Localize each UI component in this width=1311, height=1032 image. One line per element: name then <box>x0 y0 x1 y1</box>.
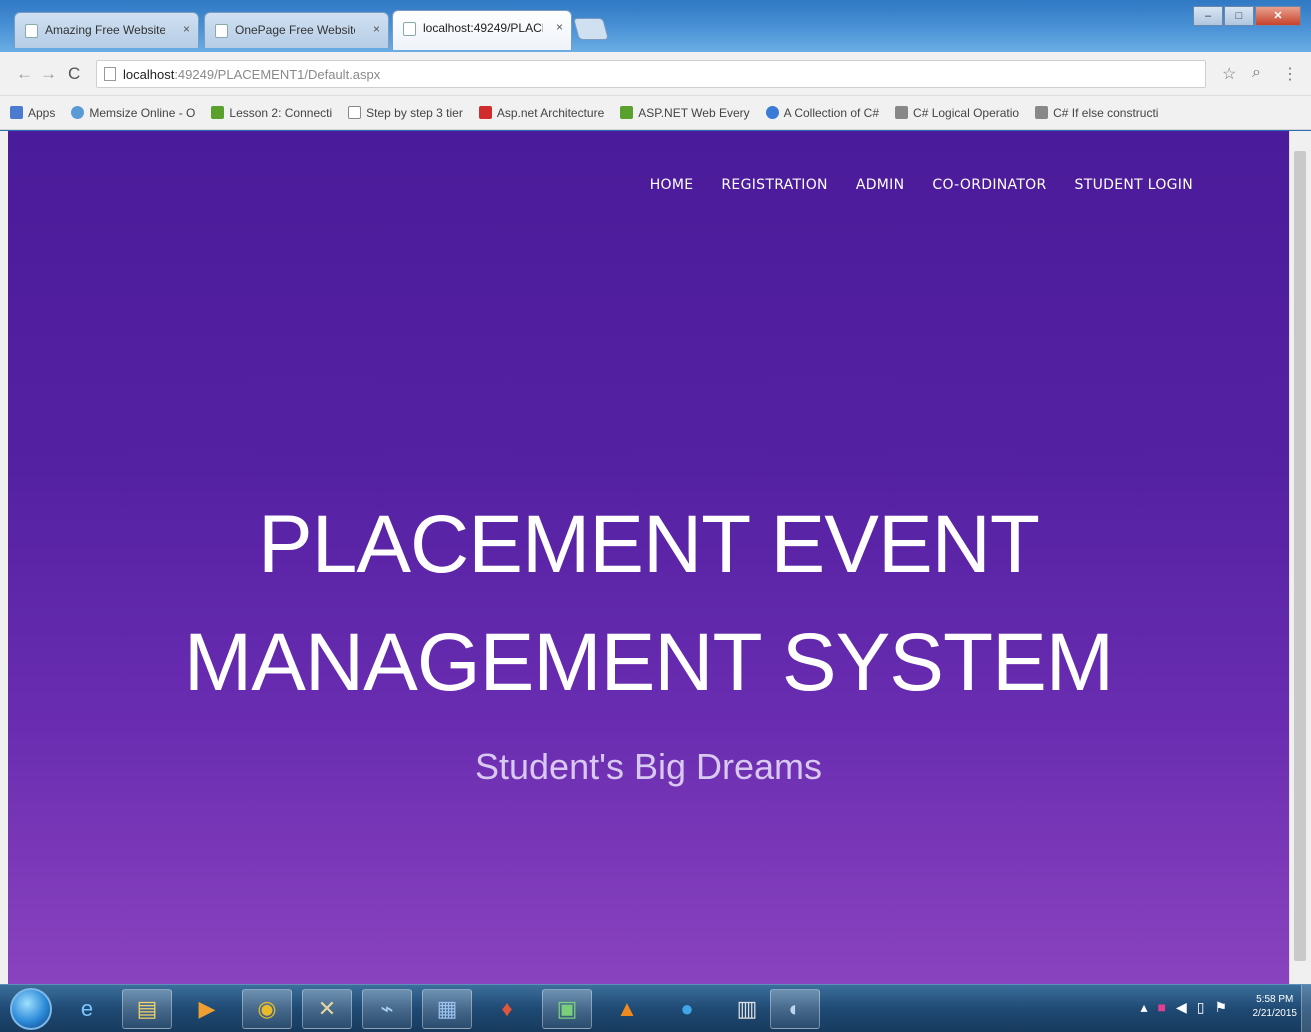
page-icon <box>215 24 228 38</box>
volume-icon[interactable]: ◀ <box>1176 999 1187 1016</box>
page-icon <box>104 67 116 81</box>
network-icon[interactable]: ⌁ <box>362 989 412 1029</box>
address-bar[interactable]: localhost:49249/PLACEMENT1/Default.aspx <box>96 60 1206 88</box>
hero-title-line-2: MANAGEMENT SYSTEM <box>183 617 1114 708</box>
new-tab-button[interactable] <box>573 18 609 40</box>
clock-time: 5:58 PM <box>1256 994 1294 1005</box>
bookmark-asp-architecture[interactable]: Asp.net Architecture <box>478 105 605 120</box>
tools-icon[interactable]: ✕ <box>302 989 352 1029</box>
taskbar-clock[interactable]: 5:58 PM 2/21/2015 <box>1253 993 1298 1021</box>
apps-icon <box>10 106 23 119</box>
start-button[interactable] <box>10 988 52 1030</box>
maximize-button[interactable]: □ <box>1224 6 1254 26</box>
bookmark-apps[interactable]: Apps <box>10 106 55 120</box>
clock-date: 2/21/2015 <box>1252 1008 1298 1019</box>
bookmark-label: A Collection of C# <box>783 105 880 120</box>
bookmark-label: C# Logical Operatio <box>913 105 1020 120</box>
bookmark-csharp-collection[interactable]: A Collection of C# <box>765 105 880 120</box>
bookmarks-bar: Apps Memsize Online - O Lesson 2: Connec… <box>0 96 1311 130</box>
hero-subtitle: Student's Big Dreams <box>474 746 823 787</box>
minimize-button[interactable]: – <box>1193 6 1223 26</box>
nav-registration[interactable]: REGISTRATION <box>721 177 827 193</box>
scrollbar-thumb[interactable] <box>1294 151 1306 961</box>
tab-label: Amazing Free Website <box>45 23 165 37</box>
reload-icon[interactable]: C <box>68 64 80 84</box>
tab-localhost[interactable]: localhost:49249/PLACEI × <box>392 10 572 50</box>
file-explorer-icon[interactable]: ▤ <box>122 989 172 1029</box>
vs-icon[interactable]: ♦ <box>482 989 532 1029</box>
bookmark-label: Memsize Online - O <box>89 105 196 120</box>
page-scrollbar[interactable] <box>1289 131 1311 984</box>
site-nav: HOME REGISTRATION ADMIN CO-ORDINATOR STU… <box>650 177 1193 193</box>
tab-onepage-free-website[interactable]: OnePage Free Website × <box>204 12 389 48</box>
code-icon <box>1035 106 1049 119</box>
windows-taskbar: e ▤ ▶ ◉ ✕ ⌁ ▦ ♦ ▣ ▲ ● ▥ ◐ ▴ ■ ◀ ▯ ⚑ 5:58… <box>0 984 1311 1032</box>
forward-arrow-icon[interactable]: → <box>40 64 57 84</box>
hero-title-line-1: PLACEMENT EVENT <box>258 499 1040 590</box>
tab-label: OnePage Free Website <box>235 23 355 37</box>
menu-icon[interactable]: ⋮ <box>1282 64 1298 84</box>
tab-label: localhost:49249/PLACEI <box>423 21 543 35</box>
window-controls: – □ ✕ <box>1193 6 1301 26</box>
word-icon[interactable]: ▦ <box>422 989 472 1029</box>
globe-icon <box>71 106 85 119</box>
internet-explorer-icon[interactable]: e <box>62 989 112 1029</box>
bookmark-aspnet-web[interactable]: ASP.NET Web Every <box>620 105 750 120</box>
skype-icon[interactable]: ● <box>662 989 712 1029</box>
bookmark-csharp-ifelse[interactable]: C# If else constructi <box>1035 106 1158 120</box>
search-icon[interactable]: ⌕ <box>1252 64 1261 82</box>
media-player-icon[interactable]: ▶ <box>182 989 232 1029</box>
bookmark-icon <box>620 106 634 119</box>
tab-close-icon[interactable]: × <box>373 22 380 36</box>
window-border <box>0 131 8 984</box>
page-icon <box>403 22 416 36</box>
system-tray: ▴ ■ ◀ ▯ ⚑ <box>1140 999 1227 1016</box>
url-path: :49249/PLACEMENT1/Default.aspx <box>174 67 381 82</box>
bookmark-memsize[interactable]: Memsize Online - O <box>71 106 195 120</box>
tab-close-icon[interactable]: × <box>556 20 563 34</box>
chrome-icon[interactable]: ◉ <box>242 989 292 1029</box>
bookmark-label: Step by step 3 tier <box>366 105 463 120</box>
browser-tab-strip: Amazing Free Website × OnePage Free Webs… <box>0 0 1311 52</box>
star-icon[interactable]: ☆ <box>1222 64 1236 84</box>
vlc-icon[interactable]: ▲ <box>602 989 652 1029</box>
bookmark-3-tier[interactable]: Step by step 3 tier <box>348 106 463 120</box>
tray-app-icon[interactable]: ■ <box>1157 999 1165 1016</box>
page-viewport: HOME REGISTRATION ADMIN CO-ORDINATOR STU… <box>8 131 1289 984</box>
bookmark-lesson-2[interactable]: Lesson 2: Connecti <box>211 106 332 120</box>
bookmark-label: ASP.NET Web Every <box>638 105 750 120</box>
back-arrow-icon[interactable]: ← <box>16 64 33 84</box>
tray-arrow-icon[interactable]: ▴ <box>1140 999 1147 1016</box>
excel-icon[interactable]: ▣ <box>542 989 592 1029</box>
page-icon <box>348 106 362 119</box>
bookmark-label: Asp.net Architecture <box>496 105 605 120</box>
hero-title: PLACEMENT EVENT MANAGEMENT SYSTEM <box>8 486 1289 722</box>
browser-toolbar: ← → C localhost:49249/PLACEMENT1/Default… <box>0 52 1311 96</box>
bookmark-label: Lesson 2: Connecti <box>229 105 333 120</box>
bookmark-icon <box>211 106 225 119</box>
notepad-icon[interactable]: ▥ <box>722 989 772 1029</box>
tab-close-icon[interactable]: × <box>183 22 190 36</box>
flag-icon[interactable]: ⚑ <box>1214 999 1227 1016</box>
bookmark-label: Apps <box>28 105 56 120</box>
refresh-icon <box>765 106 779 119</box>
code-icon <box>895 106 909 119</box>
nav-coordinator[interactable]: CO-ORDINATOR <box>932 177 1046 193</box>
close-window-button[interactable]: ✕ <box>1255 6 1301 26</box>
nav-student-login[interactable]: STUDENT LOGIN <box>1075 177 1193 193</box>
bookmark-label: C# If else constructi <box>1053 105 1159 120</box>
tab-amazing-free-website[interactable]: Amazing Free Website × <box>14 12 199 48</box>
nav-home[interactable]: HOME <box>650 177 694 193</box>
youtube-icon <box>478 106 492 119</box>
network-tray-icon[interactable]: ▯ <box>1197 999 1205 1016</box>
bookmark-csharp-logical[interactable]: C# Logical Operatio <box>895 106 1019 120</box>
nav-admin[interactable]: ADMIN <box>856 177 905 193</box>
settings-icon[interactable]: ◐ <box>770 989 820 1029</box>
page-icon <box>25 24 38 38</box>
show-desktop-button[interactable] <box>1301 985 1311 1032</box>
url-host: localhost <box>123 67 175 82</box>
